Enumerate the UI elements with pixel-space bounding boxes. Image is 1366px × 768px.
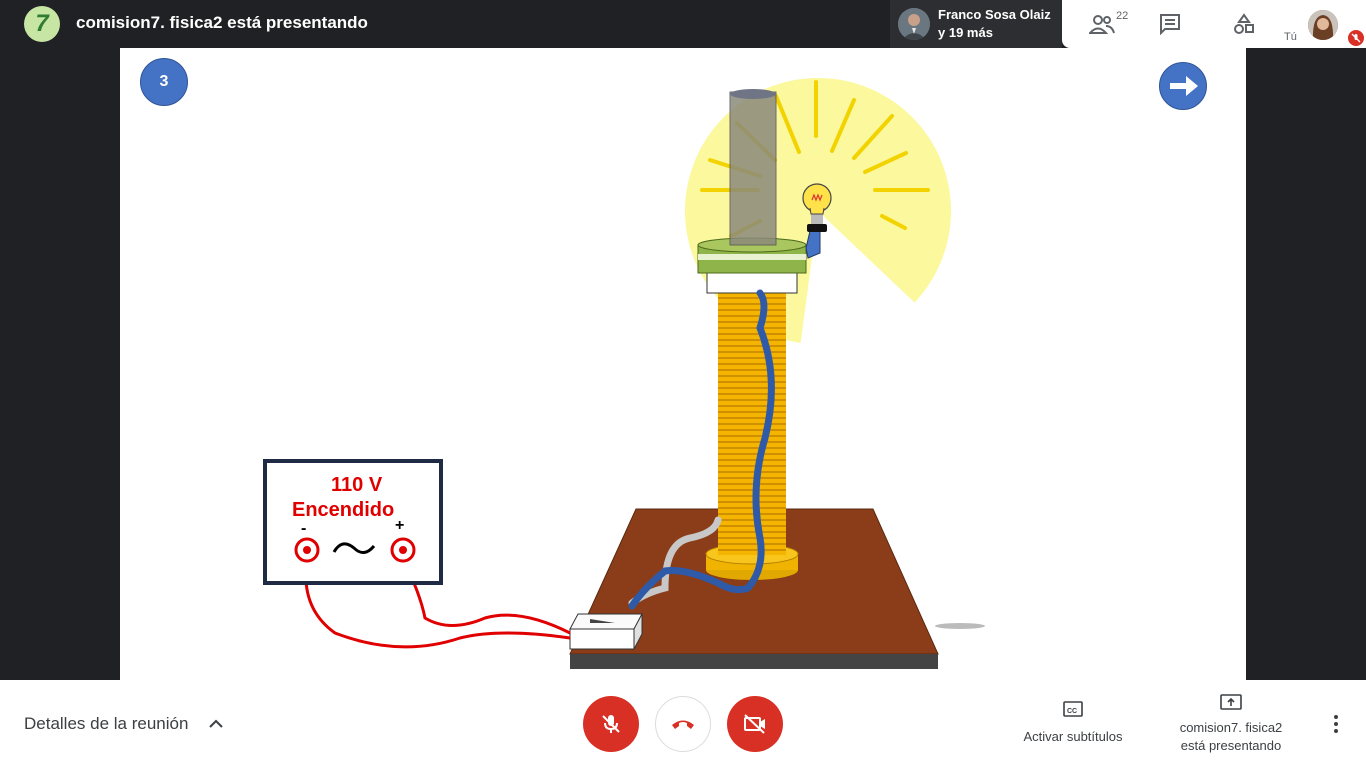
ac-wave-icon	[332, 542, 376, 554]
closed-captions-icon: CC	[1063, 701, 1083, 717]
captions-button[interactable]: CC Activar subtítulos	[1012, 700, 1134, 750]
microphone-button[interactable]	[583, 696, 639, 752]
switch-box	[569, 628, 635, 650]
camera-button[interactable]	[727, 696, 783, 752]
chevron-up-icon[interactable]	[208, 716, 224, 732]
base-edge	[570, 654, 938, 669]
captions-label: Activar subtítulos	[1023, 729, 1123, 744]
presenter-more: y 19 más	[938, 25, 993, 40]
iron-core	[729, 91, 777, 246]
presenter-name: Franco Sosa Olaiz	[938, 7, 1051, 22]
slide-number-badge: 3	[140, 58, 188, 106]
end-call-icon	[672, 720, 694, 729]
present-screen-icon	[1220, 694, 1242, 710]
chat-icon	[1160, 14, 1180, 35]
self-avatar[interactable]	[1308, 10, 1338, 40]
top-bar: 7 comision7. fisica2 está presentando Fr…	[0, 0, 1366, 48]
svg-text:CC: CC	[1067, 708, 1077, 715]
more-options-button[interactable]	[1326, 712, 1346, 736]
leave-call-button[interactable]	[655, 696, 711, 752]
supply-voltage: 110 V	[331, 474, 383, 496]
positive-sign: +	[395, 517, 405, 534]
meeting-details-button[interactable]: Detalles de la reunión	[24, 714, 188, 734]
shapes-icon	[1234, 13, 1254, 34]
presenting-label-2: está presentando	[1180, 738, 1282, 753]
presenting-label-1: comision7. fisica2	[1179, 720, 1283, 735]
self-label: Tú	[1284, 31, 1297, 43]
participants-count: 22	[1116, 10, 1129, 22]
camera-off-icon	[744, 714, 765, 734]
supply-terminals	[294, 537, 416, 563]
meeting-logo-icon: 7	[24, 6, 60, 42]
self-muted-icon	[1348, 30, 1364, 46]
supply-status: Encendido	[292, 499, 395, 521]
physics-diagram	[304, 78, 985, 669]
presentation-stage: 3 110 V Encendido - +	[120, 48, 1246, 680]
more-vert-icon	[1334, 715, 1338, 733]
presenter-tile[interactable]: Franco Sosa Olaiz y 19 más	[890, 0, 1062, 48]
people-icon	[1089, 15, 1115, 34]
top-right-panel: 22 Tú	[1062, 0, 1366, 48]
arrow-right-icon	[1170, 76, 1198, 96]
presenting-button[interactable]: comision7. fisica2 está presentando	[1164, 694, 1298, 756]
presenter-name-block: Franco Sosa Olaiz y 19 más	[938, 6, 1051, 42]
participants-button[interactable]: 22	[1072, 0, 1132, 48]
chat-button[interactable]	[1140, 0, 1200, 48]
bottom-bar: Detalles de la reunión CC Activar subtít…	[0, 680, 1366, 768]
presenter-avatar	[898, 8, 930, 40]
meeting-title: comision7. fisica2 está presentando	[76, 13, 368, 32]
next-slide-button[interactable]	[1159, 62, 1207, 110]
activities-button[interactable]	[1214, 0, 1274, 48]
mic-off-icon	[602, 715, 620, 733]
